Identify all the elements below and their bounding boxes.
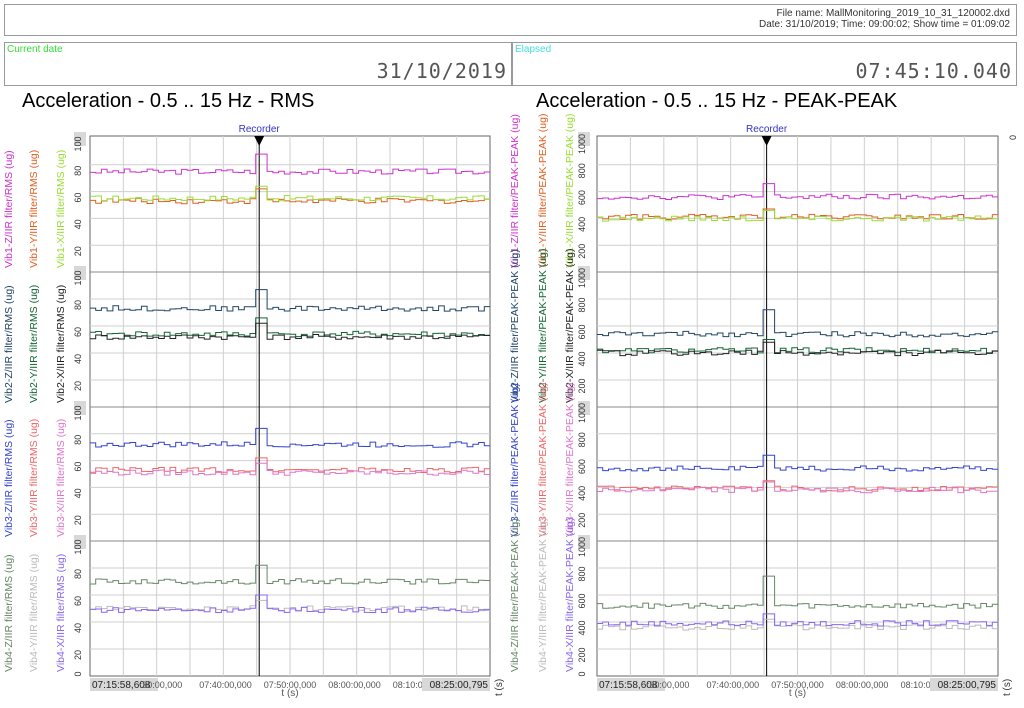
channel-label: Vib4-Y/IIR filter/PEAK-PEAK (ug) xyxy=(537,518,549,672)
y-tick-label: 800 xyxy=(577,297,587,312)
y-tick-label: 800 xyxy=(577,566,587,581)
y-tick-label: 1000 xyxy=(577,268,587,288)
y-tick-label: 400 xyxy=(577,351,587,366)
x-axis-label: t (s) xyxy=(281,688,298,699)
channel-label: Vib1-Y/IIR filter/RMS (ug) xyxy=(28,150,40,268)
x-tick-label: :30:00,000 xyxy=(647,680,690,690)
channel-label: Vib3-Z/IIR filter/PEAK-PEAK (ug) xyxy=(509,383,521,537)
chart-panel-0: Recorder 100 80 60 40 20 100 80 60 40 20 100 80 60 40 2… xyxy=(3,124,505,699)
y-tick-label: 60 xyxy=(73,327,83,337)
y-tick-label: 20 xyxy=(73,246,83,256)
channel-label: Vib4-Z/IIR filter/RMS (ug) xyxy=(3,554,15,672)
y-tick-label: 800 xyxy=(577,163,587,178)
channel-label: Vib4-X/IIR filter/RMS (ug) xyxy=(55,554,67,672)
y-tick-label: 80 xyxy=(73,300,83,310)
x-axis-label-rotated: t (s) xyxy=(1002,679,1013,696)
channel-label: Vib4-X/IIR filter/PEAK-PEAK (ug) xyxy=(564,518,576,672)
y-tick-label: 200 xyxy=(577,647,587,662)
y-tick-label: 20 xyxy=(73,650,83,660)
right-axis-tick: 0 xyxy=(1008,135,1018,140)
channel-label: Vib3-Z/IIR filter/RMS (ug) xyxy=(3,419,15,537)
channel-label: Vib3-X/IIR filter/RMS (ug) xyxy=(55,419,67,537)
channel-label: Vib2-Y/IIR filter/PEAK-PEAK (ug) xyxy=(537,249,549,403)
channel-label: Vib3-X/IIR filter/PEAK-PEAK (ug) xyxy=(564,383,576,537)
y-tick-label: 80 xyxy=(73,569,83,579)
y-tick-label: 20 xyxy=(73,381,83,391)
channel-label: Vib1-Y/IIR filter/PEAK-PEAK (ug) xyxy=(537,114,549,268)
x-tick-label: :30:00,000 xyxy=(140,680,183,690)
y-tick-label: 80 xyxy=(73,435,83,445)
y-tick-label: 100 xyxy=(73,136,83,151)
y-tick-label: 400 xyxy=(577,486,587,501)
y-tick-label: 600 xyxy=(577,459,587,474)
chart-panel-1: Recorder 1000 800 600 400 200 1000 800 600 400 200… xyxy=(509,114,1018,699)
x-tick-label: 08:25:00,795 xyxy=(430,680,489,691)
y-tick-label: 40 xyxy=(73,488,83,498)
y-tick-label: 600 xyxy=(577,324,587,339)
y-tick-label: 0 xyxy=(577,671,587,676)
channel-label: Vib3-Y/IIR filter/RMS (ug) xyxy=(28,419,40,537)
channel-label: Vib1-Z/IIR filter/PEAK-PEAK (ug) xyxy=(509,114,521,268)
x-tick-label: 08:25:00,795 xyxy=(938,680,997,691)
x-axis-label: t (s) xyxy=(789,688,806,699)
channel-label: Vib1-Z/IIR filter/RMS (ug) xyxy=(3,150,15,268)
recorder-charts[interactable]: Recorder 100 80 60 40 20 100 80 60 40 20 100 80 60 40 2… xyxy=(0,0,1024,708)
y-tick-label: 100 xyxy=(73,405,83,420)
channel-label: Vib4-Z/IIR filter/PEAK-PEAK (ug) xyxy=(509,518,521,672)
channel-label: Vib2-Z/IIR filter/PEAK-PEAK (ug) xyxy=(509,249,521,403)
recorder-label: Recorder xyxy=(746,124,788,135)
x-axis-label-rotated: t (s) xyxy=(494,679,505,696)
x-tick-label: 08:00:00,000 xyxy=(836,680,889,690)
channel-label: Vib2-Y/IIR filter/RMS (ug) xyxy=(28,285,40,403)
y-tick-label: 1000 xyxy=(577,134,587,154)
y-tick-label: 0 xyxy=(73,671,83,676)
y-tick-label: 40 xyxy=(73,623,83,633)
y-tick-label: 200 xyxy=(577,513,587,528)
channel-label: Vib4-Y/IIR filter/RMS (ug) xyxy=(28,554,40,672)
y-tick-label: 800 xyxy=(577,432,587,447)
channel-label: Vib3-Y/IIR filter/PEAK-PEAK (ug) xyxy=(537,383,549,537)
y-tick-label: 60 xyxy=(73,596,83,606)
recorder-label: Recorder xyxy=(239,124,281,135)
y-tick-label: 40 xyxy=(73,354,83,364)
y-tick-label: 60 xyxy=(73,462,83,472)
y-tick-label: 100 xyxy=(73,270,83,285)
x-tick-label: 07:40:00,000 xyxy=(707,680,760,690)
y-tick-label: 1000 xyxy=(577,537,587,557)
y-tick-label: 600 xyxy=(577,593,587,608)
channel-label: Vib1-X/IIR filter/RMS (ug) xyxy=(55,150,67,268)
channel-label: Vib2-X/IIR filter/PEAK-PEAK (ug) xyxy=(564,249,576,403)
y-tick-label: 40 xyxy=(73,219,83,229)
y-tick-label: 100 xyxy=(73,539,83,554)
y-tick-label: 200 xyxy=(577,378,587,393)
x-tick-label: 07:40:00,000 xyxy=(199,680,252,690)
y-tick-label: 200 xyxy=(577,244,587,259)
channel-label: Vib1-X/IIR filter/PEAK-PEAK (ug) xyxy=(564,114,576,268)
channel-label: Vib2-Z/IIR filter/RMS (ug) xyxy=(3,285,15,403)
y-tick-label: 20 xyxy=(73,515,83,525)
y-tick-label: 400 xyxy=(577,217,587,232)
y-tick-label: 80 xyxy=(73,166,83,176)
y-tick-label: 60 xyxy=(73,193,83,203)
x-tick-label: 08:00:00,000 xyxy=(328,680,381,690)
y-tick-label: 400 xyxy=(577,620,587,635)
y-tick-label: 600 xyxy=(577,190,587,205)
y-tick-label: 1000 xyxy=(577,403,587,423)
channel-label: Vib2-X/IIR filter/RMS (ug) xyxy=(55,285,67,403)
